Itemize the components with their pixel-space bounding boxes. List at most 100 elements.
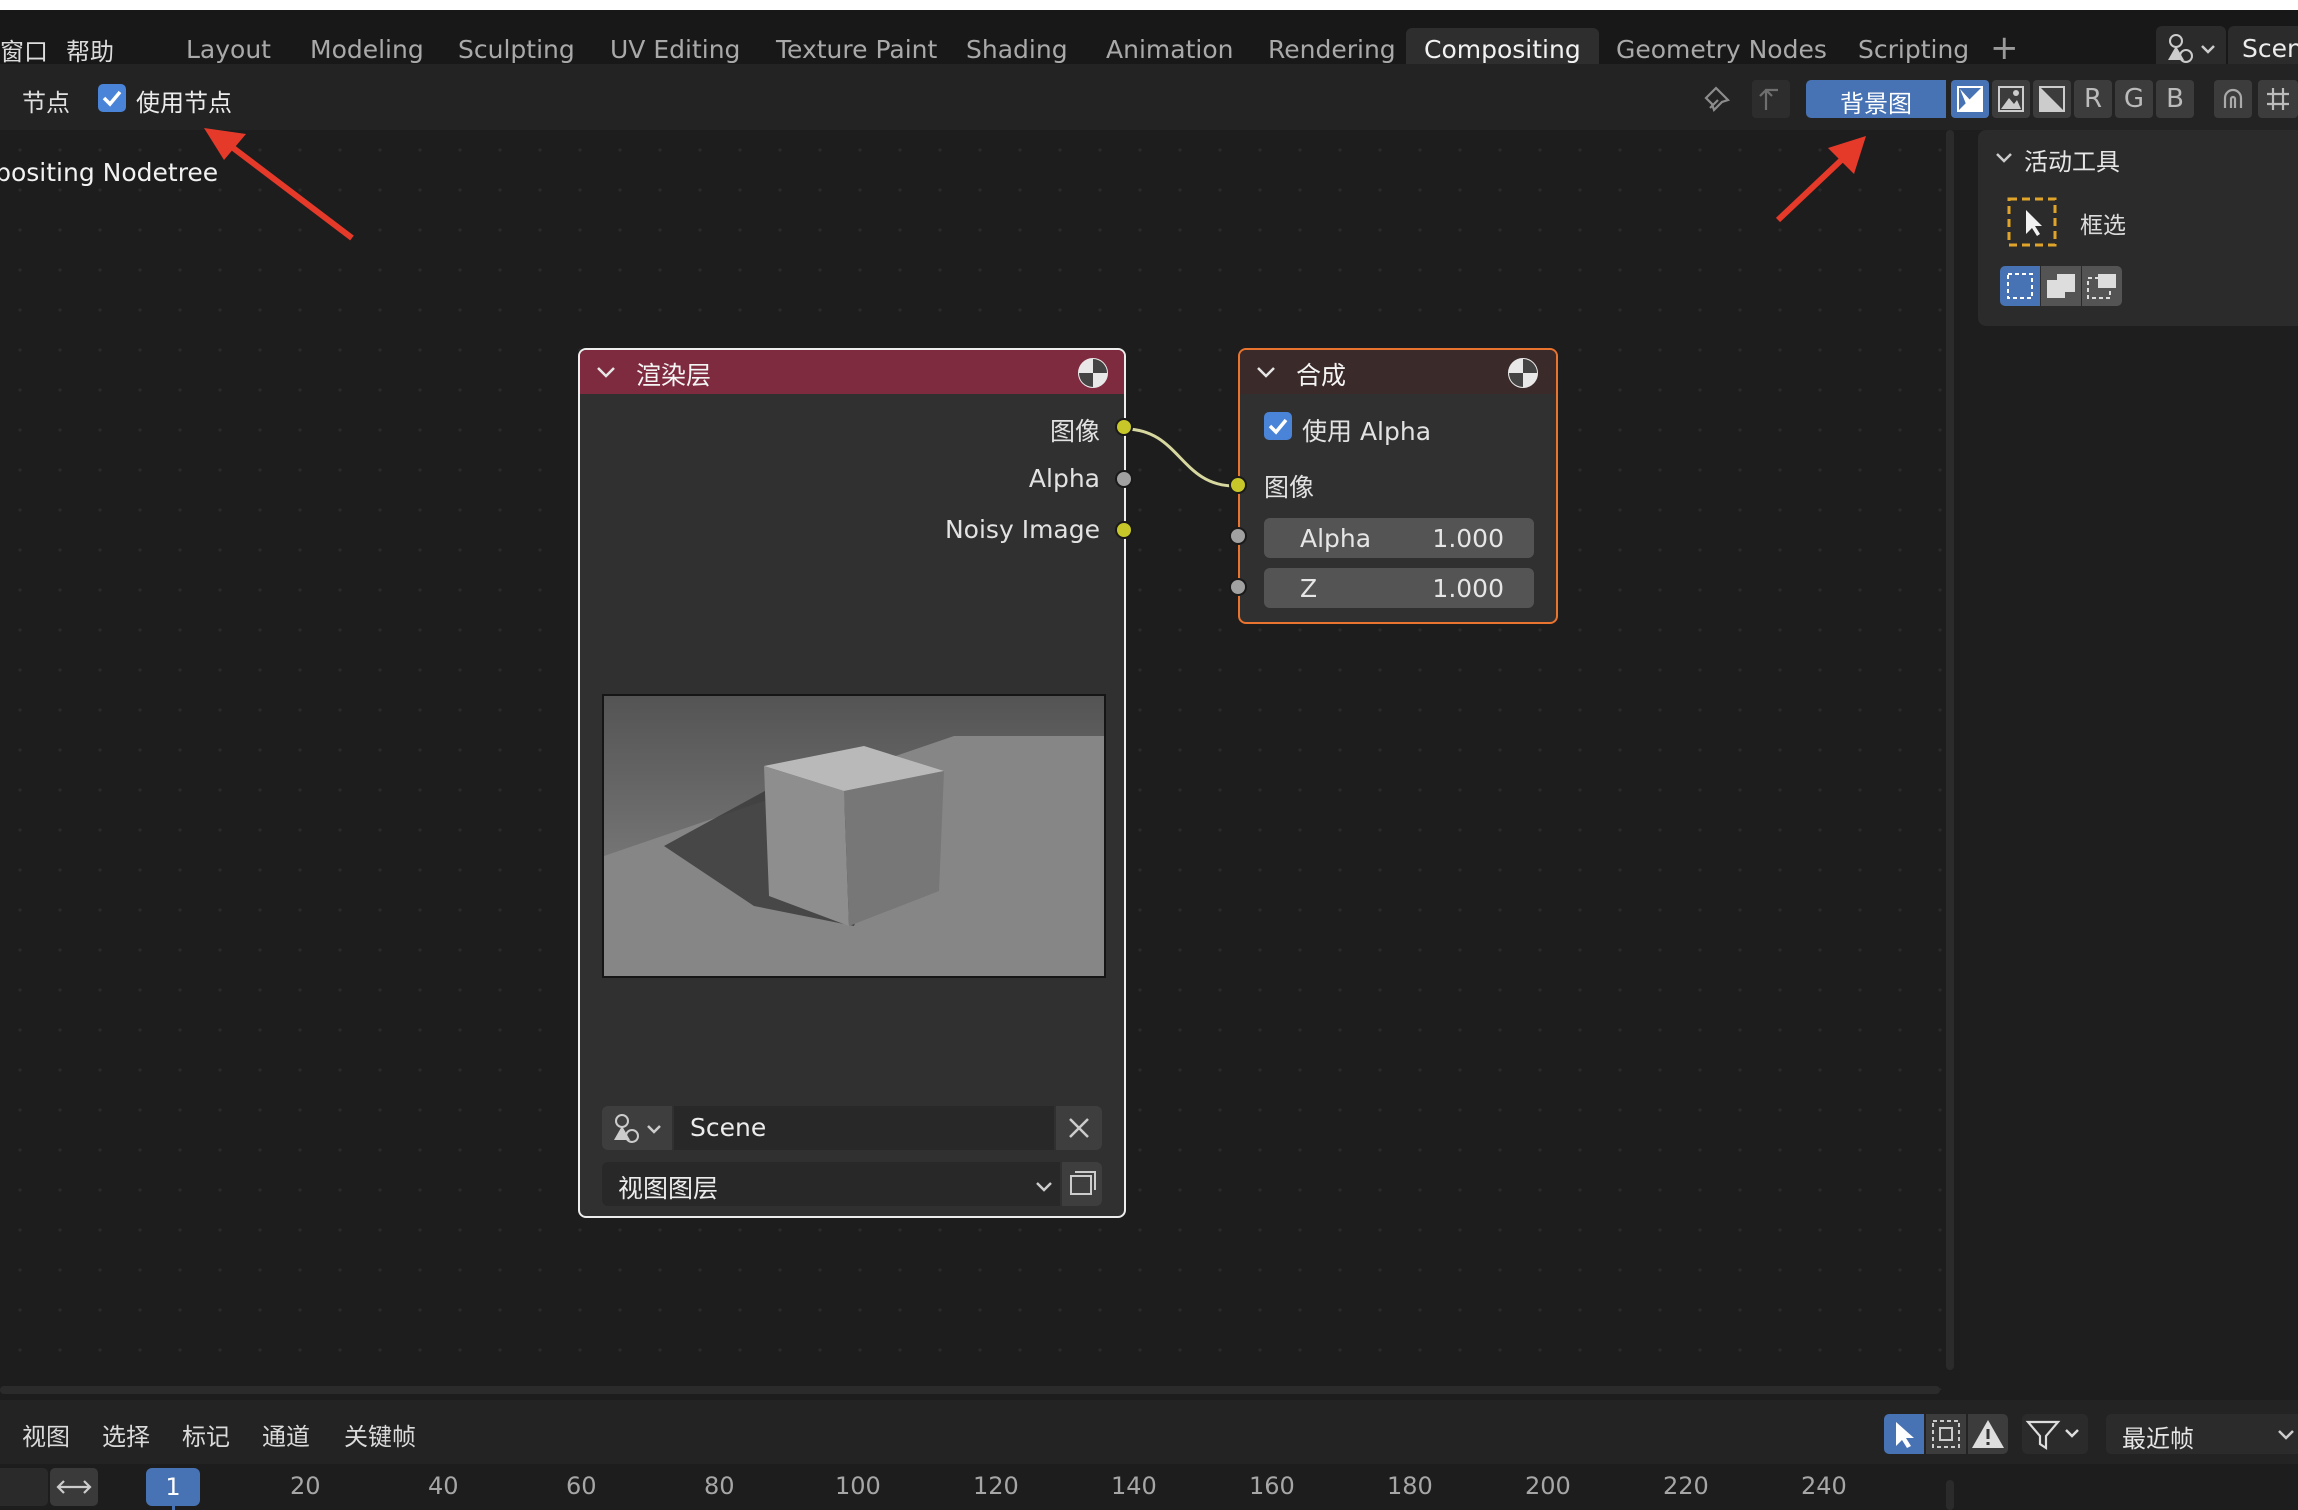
view-layer-dropdown[interactable]: 视图图层 xyxy=(602,1162,1060,1206)
canvas-scrollbar-horizontal[interactable] xyxy=(0,1386,1940,1394)
playback-label: 最近帧 xyxy=(2122,1425,2194,1453)
tool-label: 框选 xyxy=(2080,213,2126,239)
box-select-icon[interactable] xyxy=(1926,1414,1966,1454)
composite-node[interactable]: 合成 使用 Alpha 图像 Alpha 1.000 Z 1.000 xyxy=(1238,348,1558,624)
warning-icon[interactable] xyxy=(1968,1414,2008,1454)
output-image-socket[interactable] xyxy=(1115,418,1133,436)
select-extend-icon[interactable] xyxy=(2041,266,2081,306)
timeline-menu-item[interactable]: 选择 xyxy=(102,1417,150,1452)
frame-number: 200 xyxy=(1525,1472,1571,1500)
scene-icon xyxy=(614,1114,661,1143)
alpha-field[interactable]: Alpha 1.000 xyxy=(1264,518,1534,558)
node-link xyxy=(1124,427,1236,488)
render-layer-button[interactable] xyxy=(1062,1162,1102,1206)
scene-browse-button[interactable] xyxy=(602,1106,672,1150)
timeline-scrollbar[interactable] xyxy=(1946,1480,1954,1510)
input-z-socket[interactable] xyxy=(1229,578,1247,596)
timeline-menu-item[interactable]: 关键帧 xyxy=(344,1417,416,1452)
filter-dropdown[interactable] xyxy=(2022,1414,2088,1454)
backdrop-alpha-icon[interactable] xyxy=(2033,80,2071,118)
frame-number: 180 xyxy=(1387,1472,1433,1500)
parent-node-icon[interactable] xyxy=(1752,80,1790,118)
backdrop-color-alpha-icon[interactable] xyxy=(1951,80,1989,118)
timeline-left-field[interactable] xyxy=(0,1468,48,1506)
node-tree-name: Compositing Nodetree xyxy=(0,158,219,187)
workspace-bar: 窗口 帮助 Layout Modeling Sculpting UV Editing T… xyxy=(0,0,2298,72)
use-alpha-checkbox[interactable] xyxy=(1264,412,1292,440)
output-noisy-image-socket[interactable] xyxy=(1115,521,1133,539)
select-new-icon[interactable] xyxy=(2000,266,2040,306)
menu-node[interactable]: 节点 xyxy=(22,83,70,118)
render-layer-icon xyxy=(1070,1171,1096,1195)
frame-number: 220 xyxy=(1663,1472,1709,1500)
chevron-down-icon xyxy=(2278,1430,2294,1440)
annotation-arrow-right xyxy=(1775,136,1866,223)
chevron-down-icon xyxy=(1036,1182,1052,1192)
horizontal-arrows-icon xyxy=(56,1480,92,1494)
input-image-label: 图像 xyxy=(1264,473,1315,502)
output-alpha-socket[interactable] xyxy=(1115,470,1133,488)
composite-header[interactable]: 合成 xyxy=(1240,350,1556,394)
frame-number: 20 xyxy=(290,1472,321,1500)
menu-window[interactable]: 窗口 xyxy=(0,32,48,67)
current-frame-indicator[interactable]: 1 xyxy=(146,1468,200,1506)
render-layers-title: 渲染层 xyxy=(636,361,712,390)
collapse-icon[interactable] xyxy=(1254,360,1278,384)
scene-field-label: Scene xyxy=(690,1113,767,1142)
clear-scene-button[interactable] xyxy=(1056,1106,1102,1150)
render-layers-header[interactable]: 渲染层 xyxy=(580,350,1124,394)
scene-field[interactable]: Scene xyxy=(674,1106,1054,1150)
channel-g-label: G xyxy=(2123,84,2145,114)
playback-dropdown[interactable]: 最近帧 xyxy=(2106,1414,2298,1454)
input-image-socket[interactable] xyxy=(1229,476,1247,494)
channel-r-button[interactable]: R xyxy=(2074,80,2112,118)
chevron-down-icon[interactable] xyxy=(1992,146,2016,170)
output-image-label: 图像 xyxy=(1049,417,1100,446)
render-icon[interactable] xyxy=(1076,356,1110,390)
timeline-menu-item[interactable]: 视图 xyxy=(22,1417,70,1452)
select-subtract-icon[interactable] xyxy=(2082,266,2122,306)
checkmark-icon xyxy=(102,90,122,107)
plus-icon[interactable]: + xyxy=(1990,28,2019,68)
use-nodes-checkbox[interactable] xyxy=(98,84,126,112)
render-icon[interactable] xyxy=(1506,356,1540,390)
sidebar-panel: 活动工具 框选 xyxy=(1960,130,2298,1390)
z-field[interactable]: Z 1.000 xyxy=(1264,568,1534,608)
snap-icon[interactable] xyxy=(2214,80,2252,118)
canvas-scrollbar-vertical[interactable] xyxy=(1946,130,1954,1370)
frame-number: 120 xyxy=(973,1472,1019,1500)
grid-icon[interactable] xyxy=(2258,80,2298,118)
active-tool-panel: 活动工具 框选 xyxy=(1978,130,2298,326)
timeline-menu-item[interactable]: 通道 xyxy=(262,1417,310,1452)
alpha-field-label: Alpha xyxy=(1300,524,1372,553)
close-icon xyxy=(1069,1118,1089,1138)
output-alpha-label: Alpha xyxy=(1028,464,1100,493)
use-alpha-label: 使用 Alpha xyxy=(1302,417,1432,446)
scene-name: Scen xyxy=(2242,34,2298,63)
input-alpha-socket[interactable] xyxy=(1229,527,1247,545)
select-tool-icon[interactable] xyxy=(1884,1414,1924,1454)
z-field-value: 1.000 xyxy=(1432,574,1504,603)
channel-b-button[interactable]: B xyxy=(2156,80,2194,118)
output-noisy-image-label: Noisy Image xyxy=(944,515,1100,544)
frame-number: 80 xyxy=(704,1472,735,1500)
frame-number: 160 xyxy=(1249,1472,1295,1500)
channel-g-button[interactable]: G xyxy=(2115,80,2153,118)
frame-number: 140 xyxy=(1111,1472,1157,1500)
render-layers-node[interactable]: 渲染层 图像 Alpha Noisy Image Scene 视图图层 xyxy=(578,348,1126,1218)
render-preview-image xyxy=(602,694,1106,978)
backdrop-button[interactable]: 背景图 xyxy=(1806,80,1946,118)
backdrop-color-icon[interactable] xyxy=(1992,80,2030,118)
playhead-line xyxy=(172,1504,175,1510)
select-box-icon[interactable] xyxy=(2006,196,2058,248)
view-layer-label: 视图图层 xyxy=(618,1174,719,1203)
pin-icon[interactable] xyxy=(1698,80,1736,118)
current-frame-label: 1 xyxy=(165,1473,181,1501)
timeline-menu-item[interactable]: 标记 xyxy=(182,1417,230,1452)
timeline-zoom-button[interactable] xyxy=(50,1468,98,1506)
frame-number: 240 xyxy=(1801,1472,1847,1500)
channel-r-label: R xyxy=(2083,84,2103,114)
menu-help[interactable]: 帮助 xyxy=(66,32,114,67)
collapse-icon[interactable] xyxy=(594,360,618,384)
backdrop-label: 背景图 xyxy=(1840,90,1912,118)
